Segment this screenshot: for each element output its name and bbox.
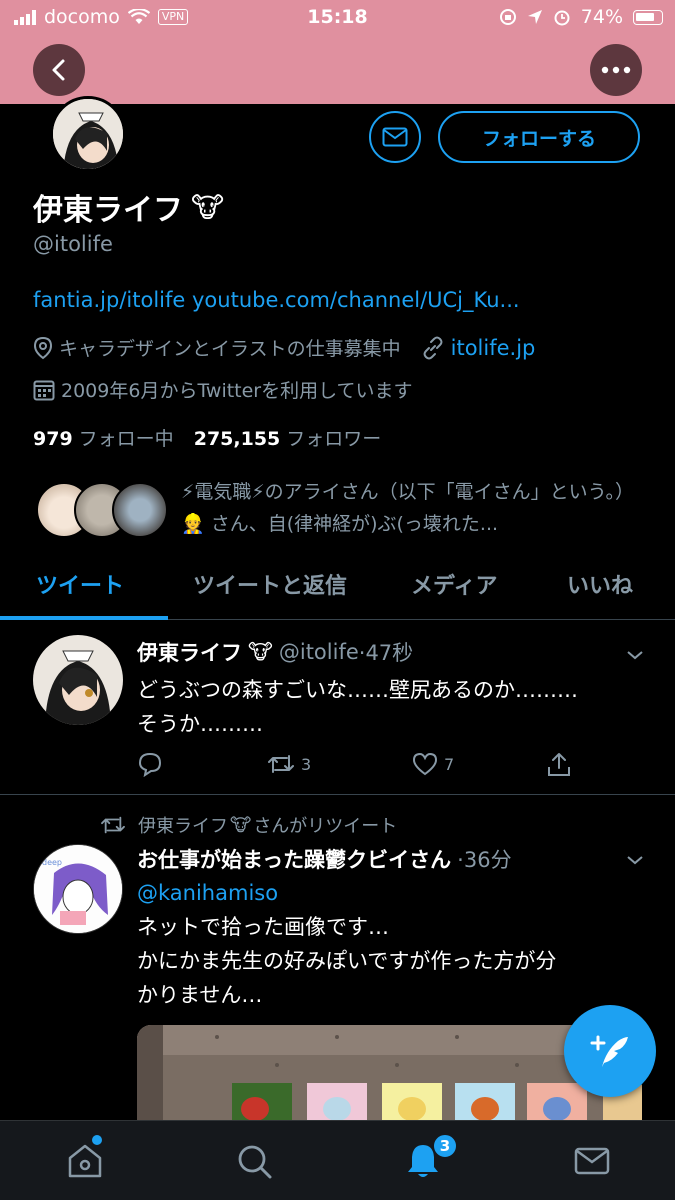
compose-feather-icon — [590, 1035, 628, 1067]
messages-icon[interactable] — [572, 1141, 612, 1181]
tweet-text: @kanihamiso ネットで拾った画像です… かにかま先生の好みぽいですが作… — [137, 876, 637, 1012]
envelope-icon — [382, 127, 408, 147]
tweet-header: 伊東ライフ 🐮 @itolife ·47秒 — [137, 637, 413, 667]
back-button[interactable] — [33, 44, 85, 96]
following-label: フォロー中 — [78, 428, 174, 450]
tweet-avatar[interactable]: deep — [33, 844, 123, 934]
reply-button[interactable] — [137, 751, 267, 777]
like-count: 7 — [444, 754, 455, 774]
active-tab-indicator — [0, 616, 168, 620]
tweet-author-handle: @itolife — [278, 640, 359, 664]
tweet-author-name[interactable]: 伊東ライフ — [137, 637, 242, 667]
svg-text:deep: deep — [42, 858, 62, 867]
retweet-icon — [268, 755, 294, 773]
known-follower-avatar — [112, 482, 168, 538]
status-bar: docomo VPN 15:18 74% — [0, 0, 675, 36]
retweeted-by-label: 伊東ライフ 🐮 さんがリツイート — [100, 812, 397, 838]
profile-handle: @itolife — [33, 232, 113, 256]
tweet-timestamp: ·36分 — [457, 848, 512, 872]
tweet-text: どうぶつの森すごいな……壁尻あるのか……… そうか……… — [137, 673, 637, 741]
alarm-icon — [554, 10, 570, 26]
mention-link[interactable]: @kanihamiso — [137, 876, 637, 910]
battery-icon — [633, 9, 663, 25]
following-link[interactable]: 979 フォロー中 — [33, 428, 174, 450]
retweet-icon — [101, 816, 125, 834]
reply-icon — [138, 752, 162, 777]
tab-tweets-and-replies[interactable]: ツイートと返信 — [193, 568, 347, 600]
known-followers-text: ⚡電気職⚡のアライさん（以下「電イさん」という。）👷 さん、自(律神経が)ぶ(っ… — [181, 481, 635, 535]
tweet-avatar[interactable] — [33, 635, 123, 725]
tweet-timestamp: ·47秒 — [358, 641, 414, 665]
retweet-suffix: さんがリツイート — [253, 816, 398, 837]
message-button[interactable] — [369, 111, 421, 163]
known-follower-avatars — [36, 482, 168, 538]
location-pin-icon — [33, 336, 53, 359]
tweet-text-line: どうぶつの森すごいな……壁尻あるのか……… — [137, 678, 578, 702]
tweet[interactable]: 伊東ライフ 🐮 @itolife ·47秒 どうぶつの森すごいな……壁尻あるのか… — [0, 621, 675, 795]
retweet-button[interactable]: 3 — [267, 752, 412, 776]
link-icon — [423, 336, 443, 359]
heart-icon — [412, 752, 438, 776]
battery-percent: 74% — [580, 6, 623, 28]
follow-button[interactable]: フォローする — [438, 111, 640, 163]
tweet-author-name[interactable]: お仕事が始まった躁鬱クビイさん — [137, 844, 451, 874]
cow-emoji: 🐮 — [191, 190, 225, 224]
cow-emoji: 🐮 — [248, 640, 273, 664]
profile-meta-location: キャラデザインとイラストの仕事募集中 itolife.jp — [33, 334, 535, 361]
follow-counts: 979 フォロー中 275,155 フォロワー — [33, 424, 381, 451]
home-icon[interactable] — [65, 1141, 105, 1181]
followers-link[interactable]: 275,155 フォロワー — [194, 428, 382, 450]
more-options-button[interactable] — [590, 44, 642, 96]
retweet-count: 3 — [301, 754, 312, 774]
tweet-text-line: そうか……… — [137, 712, 263, 736]
profile-avatar[interactable] — [50, 96, 126, 172]
search-icon[interactable] — [234, 1141, 274, 1181]
chevron-left-icon — [52, 59, 65, 81]
joined-text: 2009年6月からTwitterを利用しています — [61, 380, 413, 402]
followers-label: フォロワー — [286, 428, 382, 450]
known-followers[interactable]: ⚡電気職⚡のアライさん（以下「電イさん」という。）👷 さん、自(律神経が)ぶ(っ… — [36, 476, 675, 546]
tweet-text-line: かりません… — [137, 983, 263, 1007]
rotation-lock-icon — [499, 9, 516, 25]
profile-tabs: ツイート ツイートと返信 メディア いいね — [0, 556, 675, 620]
followers-count: 275,155 — [193, 428, 281, 450]
tab-likes[interactable]: いいね — [567, 568, 633, 600]
bio-links[interactable]: fantia.jp/itolife youtube.com/channel/UC… — [33, 288, 520, 312]
profile-name: 伊東ライフ 🐮 — [33, 185, 224, 229]
home-new-indicator — [92, 1135, 102, 1145]
location-text: キャラデザインとイラストの仕事募集中 — [59, 338, 401, 360]
website-link[interactable]: itolife.jp — [451, 336, 536, 360]
calendar-icon — [33, 380, 55, 400]
tweet-header: お仕事が始まった躁鬱クビイさん ·36分 — [137, 844, 512, 874]
tweet-text-line: かにかま先生の好みぽいですが作った方が分 — [137, 949, 557, 973]
profile-meta-joined: 2009年6月からTwitterを利用しています — [33, 376, 413, 403]
cow-emoji: 🐮 — [230, 814, 252, 836]
share-button[interactable] — [547, 751, 571, 777]
tab-tweets[interactable]: ツイート — [36, 568, 124, 600]
tab-media[interactable]: メディア — [411, 568, 497, 600]
tweet-actions: 3 7 — [137, 751, 577, 777]
profile-name-text: 伊東ライフ — [33, 193, 183, 228]
notification-badge: 3 — [432, 1133, 458, 1159]
more-dots-icon — [601, 66, 631, 74]
tweet-text-line: ネットで拾った画像です… — [137, 915, 389, 939]
compose-tweet-button[interactable] — [564, 1005, 656, 1097]
like-button[interactable]: 7 — [412, 752, 547, 776]
location-icon — [527, 10, 542, 24]
bottom-tab-bar: 3 — [0, 1120, 675, 1200]
following-count: 979 — [33, 428, 73, 450]
chevron-down-icon[interactable] — [625, 850, 645, 870]
share-icon — [548, 753, 570, 776]
chevron-down-icon[interactable] — [625, 645, 645, 665]
retweeter-name: 伊東ライフ — [138, 816, 228, 837]
profile-header-banner — [0, 36, 675, 104]
